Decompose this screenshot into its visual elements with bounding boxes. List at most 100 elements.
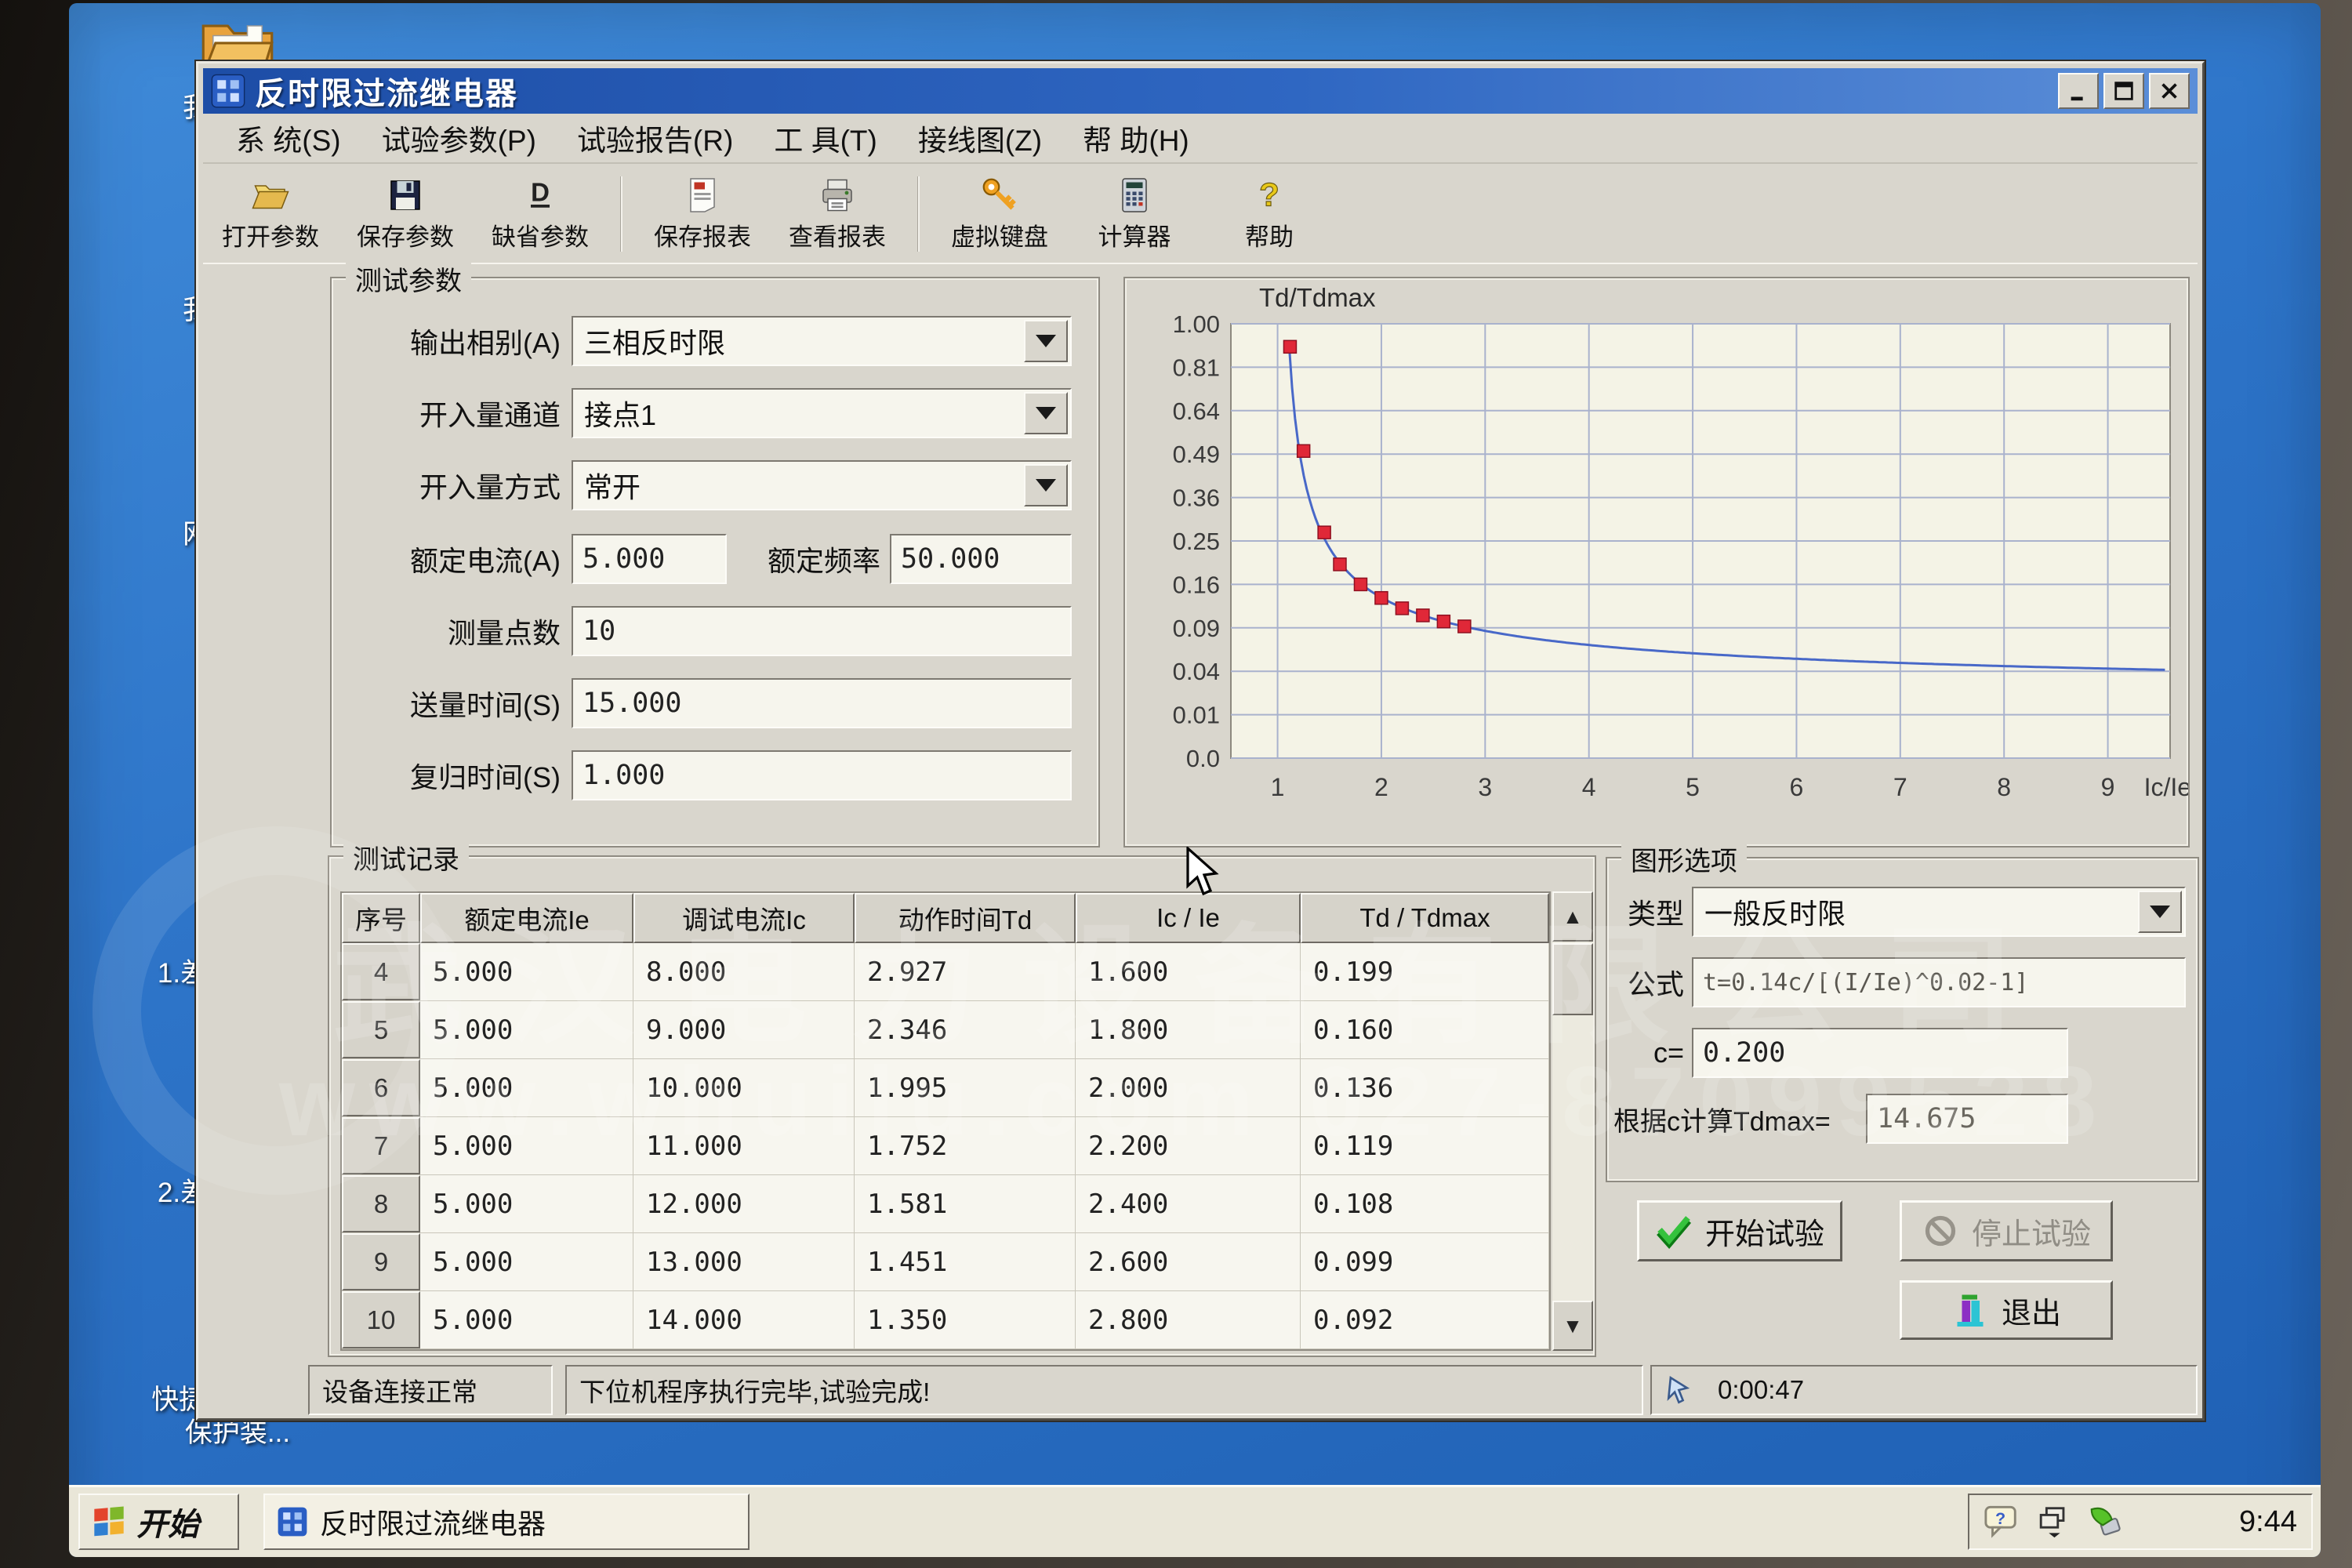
windows-stack-icon[interactable]: [2035, 1504, 2071, 1540]
table-row[interactable]: 85.00012.0001.5812.4000.108: [342, 1175, 1549, 1233]
scroll-thumb[interactable]: [1552, 943, 1593, 1015]
rated-current-field[interactable]: [572, 534, 727, 584]
reset-time-field[interactable]: [572, 750, 1072, 800]
input-channel-combo[interactable]: 接点1: [572, 388, 1072, 438]
records-scrollbar[interactable]: ▲ ▼: [1552, 891, 1593, 1351]
toolbar-default-params-button[interactable]: D缺省参数: [473, 169, 608, 259]
toolbar-calculator-button[interactable]: 计算器: [1067, 169, 1202, 259]
stop-test-button[interactable]: 停止试验: [1900, 1200, 2113, 1261]
svg-text:?: ?: [1259, 176, 1279, 213]
chevron-down-icon[interactable]: [1024, 320, 1068, 362]
maximize-button[interactable]: [2103, 73, 2144, 109]
taskbar-task-item[interactable]: 反时限过流继电器: [263, 1494, 750, 1550]
table-row[interactable]: 105.00014.0001.3502.8000.092: [342, 1291, 1549, 1349]
td-tdmax-chart: 1.000.810.640.490.360.250.160.090.040.01…: [1125, 278, 2188, 846]
measure-points-field[interactable]: [572, 606, 1072, 656]
table-row[interactable]: 95.00013.0001.4512.6000.099: [342, 1233, 1549, 1291]
table-header-3[interactable]: 动作时间Td: [855, 893, 1076, 943]
table-cell: 1.752: [855, 1117, 1076, 1174]
table-cell: 5.000: [420, 1233, 633, 1290]
menu-item-3[interactable]: 工 具(T): [753, 112, 898, 164]
scroll-down-icon[interactable]: ▼: [1552, 1301, 1593, 1351]
table-header-4[interactable]: Ic / Ie: [1076, 893, 1301, 943]
table-cell: 1.451: [855, 1233, 1076, 1290]
minimize-button[interactable]: [2058, 73, 2099, 109]
svg-text:0.81: 0.81: [1173, 354, 1220, 381]
save-report-icon: [684, 176, 721, 214]
scroll-up-icon[interactable]: ▲: [1552, 891, 1593, 942]
menu-item-1[interactable]: 试验参数(P): [361, 112, 557, 164]
toolbar-save-params-button[interactable]: 保存参数: [338, 169, 473, 259]
send-time-field[interactable]: [572, 678, 1072, 728]
formula-label: 公式: [1613, 957, 1684, 1007]
system-tray: ? 9:44: [1968, 1494, 2313, 1550]
table-cell: 1.800: [1076, 1001, 1301, 1058]
status-timer-panel: 0:00:47: [1650, 1365, 2198, 1415]
test-records-group: 测试记录 序号额定电流Ie调试电流Ic动作时间TdIc / IeTd / Tdm…: [328, 855, 1596, 1357]
view-report-icon: [818, 176, 856, 214]
help-bubble-icon[interactable]: ?: [1984, 1504, 2020, 1540]
tdmax-field[interactable]: [1866, 1094, 2068, 1144]
toolbar-save-report-button[interactable]: 保存报表: [635, 169, 770, 259]
curve-type-label: 类型: [1613, 887, 1684, 937]
toolbar-view-report-button[interactable]: 查看报表: [770, 169, 905, 259]
table-header-2[interactable]: 调试电流Ic: [633, 893, 855, 943]
table-header-5[interactable]: Td / Tdmax: [1301, 893, 1549, 943]
svg-text:8: 8: [1997, 773, 2011, 801]
taskbar: 开始 反时限过流继电器 ? 9:44: [69, 1485, 2321, 1557]
svg-text:4: 4: [1582, 773, 1596, 801]
table-row[interactable]: 55.0009.0002.3461.8000.160: [342, 1001, 1549, 1059]
menu-item-2[interactable]: 试验报告(R): [557, 112, 753, 164]
title-bar[interactable]: 反时限过流继电器: [203, 68, 2198, 114]
toolbar-open-params-button[interactable]: 打开参数: [203, 169, 338, 259]
table-row[interactable]: 65.00010.0001.9952.0000.136: [342, 1059, 1549, 1117]
svg-text:1: 1: [1271, 773, 1285, 801]
start-test-button[interactable]: 开始试验: [1637, 1200, 1842, 1261]
menu-item-0[interactable]: 系 统(S): [216, 112, 361, 164]
menu-item-4[interactable]: 接线图(Z): [898, 112, 1062, 164]
table-cell: 1.995: [855, 1059, 1076, 1116]
toolbar-virtual-keyboard-button[interactable]: 虚拟键盘: [932, 169, 1067, 259]
reset-time-label: 复归时间(S): [343, 750, 561, 800]
usb-device-icon[interactable]: [2087, 1504, 2123, 1540]
rated-freq-field[interactable]: [890, 534, 1072, 584]
toolbar-help-button[interactable]: ?帮助: [1202, 169, 1337, 259]
toolbar-button-label: 查看报表: [789, 217, 886, 252]
input-mode-combo[interactable]: 常开: [572, 460, 1072, 510]
default-params-icon: D: [521, 176, 559, 214]
start-test-label: 开始试验: [1705, 1210, 1824, 1253]
formula-field[interactable]: [1692, 957, 2186, 1007]
taskbar-clock[interactable]: 9:44: [2239, 1505, 2297, 1539]
table-header-0[interactable]: 序号: [342, 893, 420, 943]
table-cell: 0.092: [1301, 1291, 1549, 1348]
open-params-icon: [252, 176, 289, 214]
start-button[interactable]: 开始: [78, 1494, 239, 1550]
c-field[interactable]: [1692, 1028, 2068, 1078]
table-cell: 5.000: [420, 1175, 633, 1232]
chevron-down-icon[interactable]: [1024, 464, 1068, 506]
curve-type-combo[interactable]: 一般反时限: [1692, 887, 2186, 937]
output-phase-combo[interactable]: 三相反时限: [572, 316, 1072, 366]
chevron-down-icon[interactable]: [2138, 891, 2182, 933]
svg-text:0.49: 0.49: [1173, 441, 1220, 468]
monitor-bezel: 我的文档我的电脑网上邻居回收站1.差动试验数2.差动试验数快捷方式 继电保护装.…: [0, 0, 2352, 1568]
table-row[interactable]: 45.0008.0002.9271.6000.199: [342, 943, 1549, 1001]
check-icon: [1655, 1212, 1693, 1250]
exit-button[interactable]: 退出: [1900, 1280, 2113, 1340]
menu-item-5[interactable]: 帮 助(H): [1062, 112, 1210, 164]
table-cell: 5.000: [420, 1059, 633, 1116]
table-cell: 2.927: [855, 943, 1076, 1000]
test-params-group-title: 测试参数: [346, 260, 471, 298]
svg-text:9: 9: [2101, 773, 2115, 801]
toolbar-button-label: 缺省参数: [492, 217, 589, 252]
table-cell: 1.600: [1076, 943, 1301, 1000]
close-button[interactable]: [2149, 73, 2190, 109]
table-cell: 2.800: [1076, 1291, 1301, 1348]
table-row[interactable]: 75.00011.0001.7522.2000.119: [342, 1117, 1549, 1175]
toolbar-button-label: 计算器: [1098, 217, 1171, 252]
table-header-1[interactable]: 额定电流Ie: [420, 893, 633, 943]
chevron-down-icon[interactable]: [1024, 392, 1068, 434]
table-cell: 11.000: [633, 1117, 855, 1174]
row-number-cell: 10: [342, 1291, 420, 1348]
table-cell: 10.000: [633, 1059, 855, 1116]
